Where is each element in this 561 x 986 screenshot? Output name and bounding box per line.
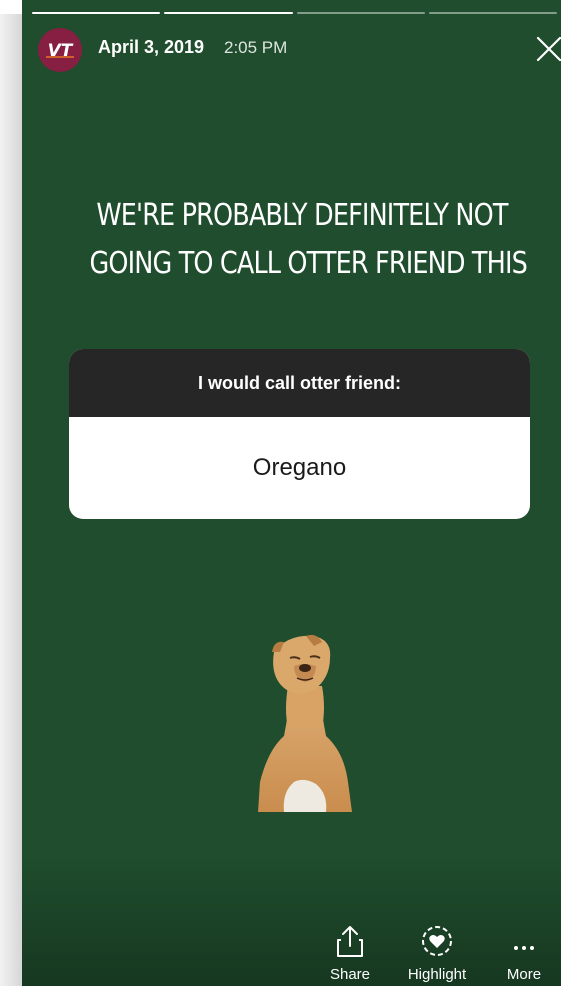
progress-segment <box>296 12 425 14</box>
story-progress-bar <box>32 12 557 15</box>
more-label: More <box>506 966 542 983</box>
question-answer: Oregano <box>252 454 347 481</box>
story-headline-line-2: GOING TO CALL OTTER FRIEND THIS <box>89 246 528 281</box>
left-edge-shadow <box>0 14 22 986</box>
avatar[interactable]: VT <box>38 28 82 72</box>
close-button[interactable] <box>536 36 561 62</box>
progress-segment <box>164 12 293 14</box>
progress-segment <box>428 12 557 14</box>
highlight-label: Highlight <box>407 966 467 983</box>
question-sticker: I would call otter friend: Oregano <box>69 349 530 519</box>
close-icon <box>536 36 561 62</box>
share-label: Share <box>329 966 371 983</box>
story-date: April 3, 2019 <box>98 37 205 57</box>
screen: VT April 3, 2019 2:05 PM WE'RE PROBABLY … <box>0 0 561 986</box>
highlight-heart-icon <box>422 926 452 956</box>
story-view[interactable]: VT April 3, 2019 2:05 PM WE'RE PROBABLY … <box>22 0 561 986</box>
dog-sticker-image <box>258 634 352 812</box>
share-button[interactable]: Share <box>310 920 390 983</box>
question-text: I would call otter friend: <box>69 349 530 417</box>
svg-text:VT: VT <box>48 41 74 61</box>
more-dots-icon <box>514 946 534 950</box>
vt-logo-icon: VT <box>46 41 74 61</box>
share-icon <box>337 926 363 957</box>
progress-segment <box>32 12 161 14</box>
story-headline-line-1: WE'RE PROBABLY DEFINITELY NOT <box>96 198 508 233</box>
story-time: 2:05 PM <box>224 38 288 57</box>
more-button[interactable]: More <box>484 920 561 983</box>
highlight-button[interactable]: Highlight <box>397 920 477 983</box>
